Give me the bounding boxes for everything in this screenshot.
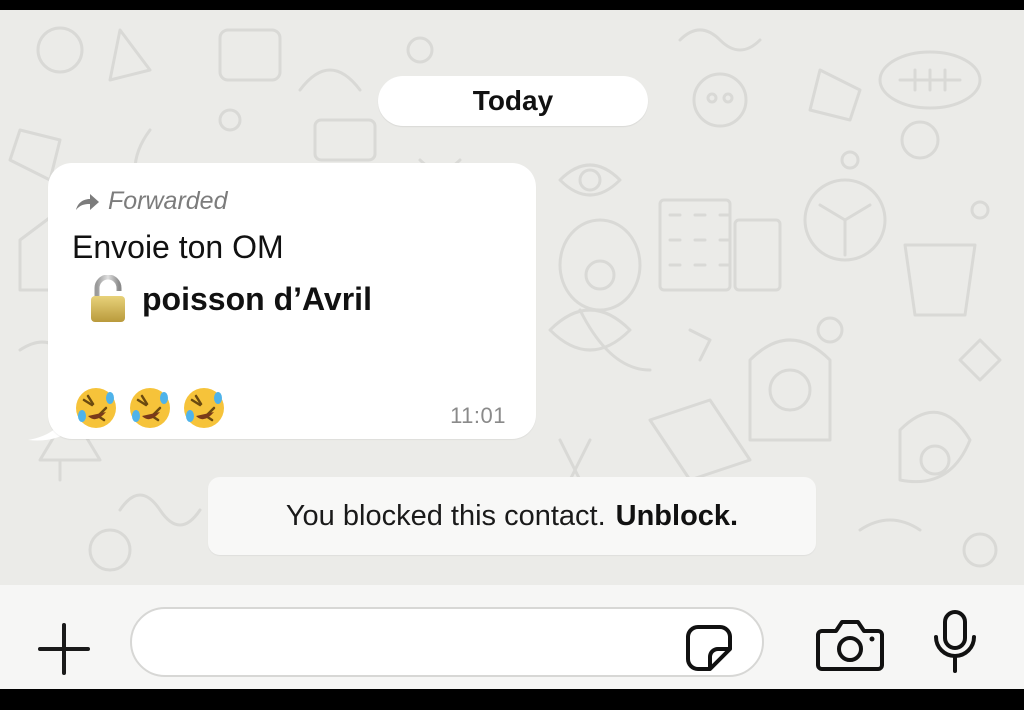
forward-arrow-icon [76,193,99,210]
date-separator-label: Today [472,85,554,116]
message-timestamp: 11:01 [450,403,506,428]
emoji-row [74,386,226,430]
composer-bar [0,585,1024,689]
blocked-notice[interactable]: You blocked this contact. Unblock. [208,477,816,555]
rofl-emoji-icon [184,388,224,428]
rofl-emoji-icon [130,388,170,428]
message-text-line1: Envoie ton OM [72,229,284,265]
camera-icon[interactable] [816,617,884,673]
message-input[interactable] [130,607,764,677]
microphone-icon[interactable] [928,609,982,675]
padlock-icon [91,275,125,322]
forwarded-indicator: Forwarded [74,187,228,216]
unblock-link[interactable]: Unblock. [616,500,738,533]
date-separator: Today [378,76,648,126]
chat-screen: Today Forwarded Envoie ton OM poisson d’… [0,10,1024,689]
message-text-line2: poisson d’Avril [88,275,372,323]
message-bubble[interactable]: Forwarded Envoie ton OM poisson d’Avril … [48,163,536,439]
plus-icon[interactable] [36,621,92,677]
forwarded-label: Forwarded [108,187,228,215]
sticker-icon[interactable] [684,623,734,673]
blocked-notice-text: You blocked this contact. [285,499,606,532]
rofl-emoji-icon [76,388,116,428]
message-bold-text: poisson d’Avril [142,280,372,317]
